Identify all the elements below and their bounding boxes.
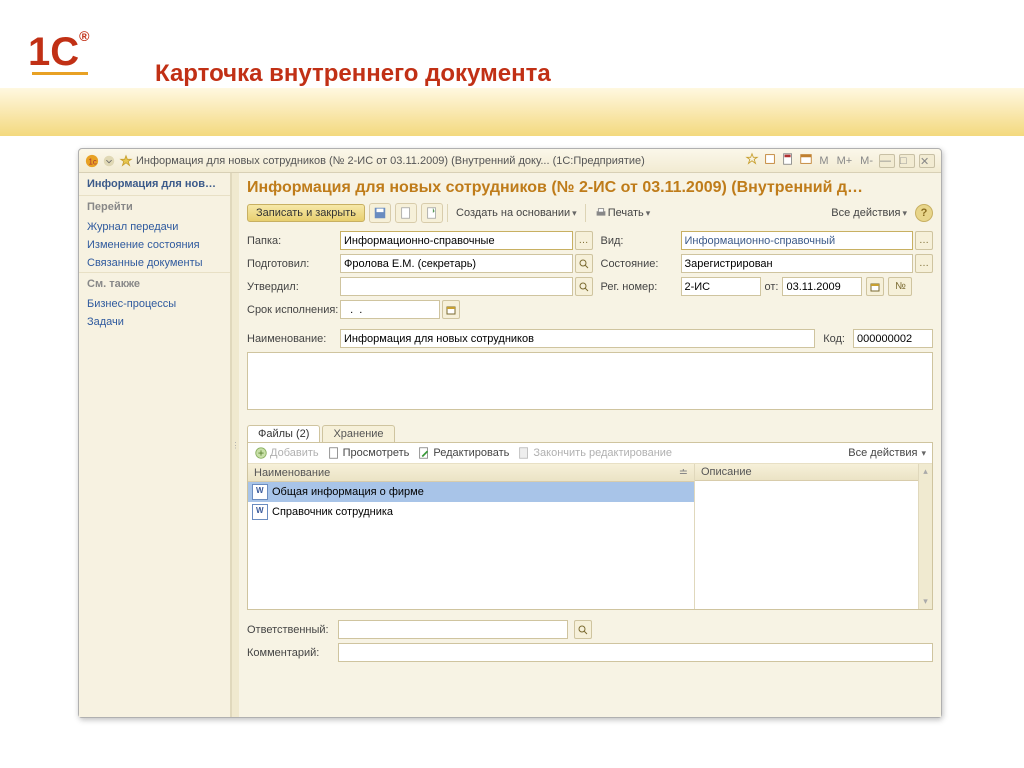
app-window: 1c Информация для новых сотрудников (№ 2…	[78, 148, 942, 718]
edit-file-button[interactable]: Редактировать	[417, 446, 509, 460]
label-folder: Папка:	[247, 231, 332, 250]
regnum-input[interactable]	[681, 277, 761, 296]
logo-underline	[32, 72, 88, 75]
kind-lookup-button[interactable]: …	[915, 231, 933, 250]
approved-lookup-button[interactable]	[575, 277, 593, 296]
sidebar-title: Информация для нов…	[79, 173, 230, 195]
save-close-button[interactable]: Записать и закрыть	[247, 204, 365, 222]
due-date-input[interactable]	[340, 300, 440, 319]
dropdown-icon[interactable]	[102, 154, 116, 168]
slide-title: Карточка внутреннего документа	[155, 60, 551, 88]
print-button[interactable]: Печать▾	[590, 204, 655, 222]
tab-storage[interactable]: Хранение	[322, 425, 394, 442]
label-state: Состояние:	[601, 254, 673, 273]
code-input[interactable]	[853, 329, 933, 348]
label-due: Срок исполнения:	[247, 300, 332, 319]
view-file-button[interactable]: Просмотреть	[327, 446, 410, 460]
add-file-button[interactable]: Добавить	[254, 446, 319, 460]
tab-strip: Файлы (2) Хранение	[247, 420, 933, 442]
help-button[interactable]: ?	[915, 204, 933, 222]
due-date-picker-button[interactable]	[442, 300, 460, 319]
sidebar-goto-head: Перейти	[79, 195, 230, 218]
folder-lookup-button[interactable]: …	[575, 231, 593, 250]
maximize-button[interactable]: □	[899, 154, 915, 168]
label-kind: Вид:	[601, 231, 673, 250]
files-all-actions-button[interactable]: Все действия▾	[848, 447, 926, 459]
comment-input[interactable]	[338, 643, 933, 662]
toolbar: Записать и закрыть Создать на основании▾…	[247, 203, 933, 223]
col-name-header[interactable]: Наименование≐	[248, 464, 694, 482]
window-titlebar: 1c Информация для новых сотрудников (№ 2…	[79, 149, 941, 173]
star-icon[interactable]	[119, 154, 133, 168]
sidebar-item-related-docs[interactable]: Связанные документы	[79, 254, 230, 272]
word-doc-icon	[252, 504, 268, 520]
date-input[interactable]	[782, 277, 862, 296]
app-icon: 1c	[85, 154, 99, 168]
label-responsible: Ответственный:	[247, 624, 332, 636]
tab-files[interactable]: Файлы (2)	[247, 425, 320, 442]
main-panel: Информация для новых сотрудников (№ 2-ИС…	[239, 173, 941, 717]
kind-input[interactable]	[681, 231, 914, 250]
label-from: от:	[765, 281, 779, 293]
file-row[interactable]: Справочник сотрудника	[248, 502, 694, 522]
file-row[interactable]: Общая информация о фирме	[248, 482, 694, 502]
label-code: Код:	[823, 333, 845, 345]
mplus-btn[interactable]: М+	[835, 155, 855, 167]
header-band	[0, 88, 1024, 136]
finish-edit-button[interactable]: Закончить редактирование	[517, 446, 672, 460]
name-input[interactable]	[340, 329, 815, 348]
calc-icon[interactable]	[781, 152, 795, 169]
history-icon[interactable]	[763, 152, 777, 169]
date-picker-button[interactable]	[866, 277, 884, 296]
sidebar-collapse-handle[interactable]: ⋮	[231, 173, 239, 717]
minimize-button[interactable]: —	[879, 154, 895, 168]
label-approved: Утвердил:	[247, 277, 332, 296]
assign-number-button[interactable]: №	[888, 277, 912, 296]
sidebar-item-journal[interactable]: Журнал передачи	[79, 218, 230, 236]
mminus-btn[interactable]: М-	[858, 155, 875, 167]
m-btn[interactable]: М	[817, 155, 830, 167]
state-input[interactable]	[681, 254, 914, 273]
save-button[interactable]	[369, 203, 391, 223]
sidebar-item-processes[interactable]: Бизнес-процессы	[79, 295, 230, 313]
all-actions-button[interactable]: Все действия▾	[827, 205, 911, 221]
sidebar-seealso-head: См. также	[79, 272, 230, 295]
prepared-lookup-button[interactable]	[575, 254, 593, 273]
close-button[interactable]: ✕	[919, 154, 935, 168]
calendar-icon[interactable]	[799, 152, 813, 169]
prepared-input[interactable]	[340, 254, 573, 273]
word-doc-icon	[252, 484, 268, 500]
label-name: Наименование:	[247, 333, 332, 345]
col-desc-header[interactable]: Описание	[695, 464, 918, 481]
new-button[interactable]	[395, 203, 417, 223]
svg-text:1c: 1c	[89, 157, 97, 166]
sidebar: Информация для нов… Перейти Журнал перед…	[79, 173, 231, 717]
sidebar-item-state-change[interactable]: Изменение состояния	[79, 236, 230, 254]
label-comment: Комментарий:	[247, 647, 332, 659]
sidebar-item-tasks[interactable]: Задачи	[79, 313, 230, 331]
label-regnum: Рег. номер:	[601, 277, 673, 296]
scrollbar[interactable]: ▴▾	[918, 464, 932, 609]
description-textarea[interactable]	[247, 352, 933, 410]
approved-input[interactable]	[340, 277, 573, 296]
star2-icon[interactable]	[745, 152, 759, 169]
responsible-input[interactable]	[338, 620, 568, 639]
state-lookup-button[interactable]: …	[915, 254, 933, 273]
files-panel: Добавить Просмотреть Редактировать Закон…	[247, 442, 933, 610]
form-title: Информация для новых сотрудников (№ 2-ИС…	[247, 179, 933, 197]
label-prepared: Подготовил:	[247, 254, 332, 273]
window-title: Информация для новых сотрудников (№ 2-ИС…	[136, 155, 745, 167]
create-based-button[interactable]: Создать на основании▾	[452, 205, 581, 221]
logo: 1С®	[28, 28, 89, 75]
folder-input[interactable]	[340, 231, 573, 250]
bookmark-button[interactable]	[421, 203, 443, 223]
responsible-lookup-button[interactable]	[574, 620, 592, 639]
